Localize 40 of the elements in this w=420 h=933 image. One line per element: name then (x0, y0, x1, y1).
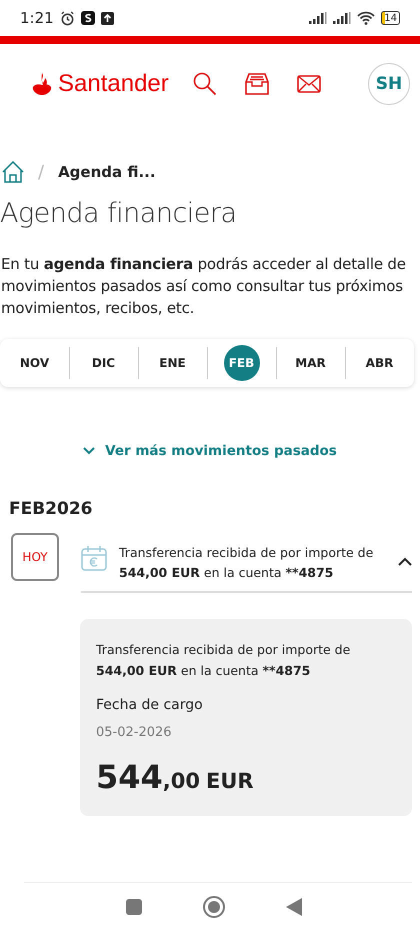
signal-icon (333, 12, 352, 24)
chevron-down-icon (83, 447, 96, 455)
month-tab[interactable]: DIC (86, 345, 122, 381)
intro-paragraph: En tu agenda financiera podrás acceder al detalle de movimientos pasados así como consultar tus próximos movimientos, recibos, etc. (0, 254, 407, 319)
day-badge: HOY (11, 533, 59, 581)
battery-indicator: 14 (381, 11, 400, 25)
app-icon (80, 11, 95, 25)
calendar-euro-icon (81, 545, 107, 571)
currency-label: EUR (206, 769, 254, 793)
charge-date: 05-02-2026 (96, 725, 173, 740)
past-movements-link[interactable]: Ver más movimientos pasados (79, 439, 341, 463)
breadcrumb-separator: / (38, 162, 44, 182)
home-button-icon[interactable] (202, 896, 225, 918)
inbox-icon[interactable] (244, 73, 269, 95)
month-tab[interactable]: ABR (362, 345, 398, 381)
upload-icon (100, 12, 114, 24)
movement-summary[interactable]: Transferencia recibida de por importe de 544,00 EUR en la cuenta **4875 (119, 543, 386, 583)
mail-icon[interactable] (296, 75, 321, 93)
collapse-chevron-icon[interactable] (398, 557, 412, 566)
month-tab[interactable]: ENE (154, 345, 190, 381)
user-avatar[interactable]: SH (368, 63, 410, 105)
brand-name: Santander (58, 70, 169, 98)
amount-value: 544,00 (96, 758, 200, 796)
recents-button-icon[interactable] (126, 899, 142, 915)
month-tab[interactable]: FEB (224, 345, 260, 381)
month-heading: FEB2026 (9, 499, 94, 519)
date-label: Fecha de cargo (96, 697, 204, 713)
back-button-icon[interactable] (286, 898, 302, 916)
month-tab[interactable]: NOV (16, 345, 52, 381)
status-time: 1:21 (20, 9, 54, 27)
breadcrumb-current: Agenda fi... (58, 163, 156, 181)
page-title: Agenda financiera (0, 198, 238, 229)
alarm-icon (60, 10, 75, 26)
wifi-icon (357, 11, 376, 25)
signal-icon (309, 12, 328, 24)
detail-description: Transferencia recibida de por importe de 544,00 EUR en la cuenta **4875 (96, 641, 352, 680)
search-icon[interactable] (192, 72, 217, 96)
month-tab[interactable]: MAR (292, 345, 328, 381)
home-icon[interactable] (2, 161, 24, 183)
flame-logo-icon (30, 73, 54, 95)
